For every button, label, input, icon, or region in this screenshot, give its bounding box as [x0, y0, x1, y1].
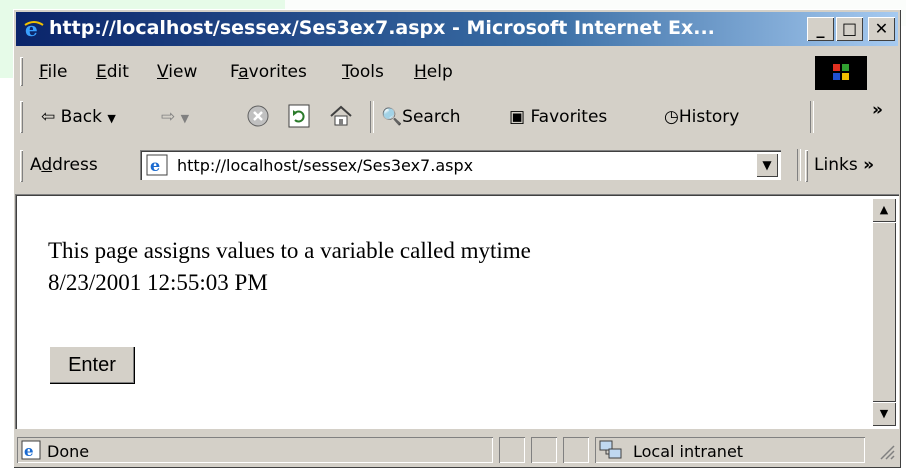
minimize-button[interactable]: _: [807, 17, 834, 41]
page-content: This page assigns values to a variable c…: [15, 194, 899, 429]
back-dropdown-icon[interactable]: ▼: [107, 112, 115, 125]
status-text: Done: [47, 442, 90, 461]
toolbar-grip[interactable]: [20, 101, 23, 133]
search-icon: 🔍: [381, 107, 403, 127]
home-button[interactable]: [329, 104, 353, 133]
menu-view[interactable]: View: [157, 62, 197, 82]
page-done-icon: e: [21, 440, 41, 464]
browser-window: e http://localhost/sessex/Ses3ex7.aspx -…: [13, 9, 901, 468]
arrow-up-icon: ▲: [879, 203, 889, 216]
menu-bar: File Edit View Favorites Tools Help: [16, 53, 898, 90]
menu-file[interactable]: File: [39, 62, 67, 82]
enter-button[interactable]: Enter: [49, 346, 135, 384]
windows-logo-throbber: [815, 56, 867, 90]
links-button[interactable]: Links »: [814, 155, 874, 175]
address-separator: [797, 149, 801, 181]
toolbar-chevron[interactable]: »: [872, 100, 883, 120]
forward-button[interactable]: ⇨ ▼: [161, 107, 189, 127]
back-button[interactable]: ⇦ Back ▼: [41, 107, 116, 127]
forward-arrow-icon: ⇨: [161, 107, 176, 127]
standard-toolbar: ⇦ Back ▼ ⇨ ▼ 🔍Search ▣ Favorites ◷Histor…: [16, 96, 898, 138]
zone-label: Local intranet: [633, 442, 744, 461]
history-icon: ◷: [664, 107, 679, 127]
forward-dropdown-icon[interactable]: ▼: [181, 112, 189, 125]
resize-grip-icon[interactable]: [877, 442, 895, 460]
address-label: Address: [30, 155, 98, 175]
favorites-button[interactable]: ▣ Favorites: [509, 107, 607, 127]
scroll-down-button[interactable]: ▼: [872, 402, 896, 426]
stop-button[interactable]: [246, 104, 270, 133]
address-bar: Address e http://localhost/sessex/Ses3ex…: [16, 144, 898, 188]
intranet-icon: [599, 439, 623, 465]
address-grip[interactable]: [20, 150, 23, 182]
favorites-icon: ▣: [509, 107, 526, 127]
arrow-down-icon: ▼: [879, 407, 889, 420]
page-icon: e: [146, 154, 168, 181]
address-url[interactable]: http://localhost/sessex/Ses3ex7.aspx: [177, 156, 473, 175]
history-button[interactable]: ◷History: [664, 107, 739, 127]
menu-tools[interactable]: Tools: [342, 62, 384, 82]
menu-help[interactable]: Help: [414, 62, 453, 82]
scroll-up-button[interactable]: ▲: [872, 198, 896, 222]
ie-logo-icon: e: [23, 17, 45, 44]
toolbar-separator: [370, 101, 374, 133]
page-datetime: 8/23/2001 12:55:03 PM: [48, 270, 268, 295]
toolbar-separator: [810, 101, 814, 133]
page-description: This page assigns values to a variable c…: [48, 238, 531, 263]
status-zone-panel[interactable]: Local intranet: [595, 437, 865, 463]
title-bar[interactable]: e http://localhost/sessex/Ses3ex7.aspx -…: [16, 12, 898, 46]
close-button[interactable]: ✕: [868, 17, 895, 41]
menu-grip[interactable]: [20, 57, 23, 86]
close-icon: ✕: [874, 19, 889, 38]
status-panel-blank: [531, 437, 557, 463]
scroll-thumb[interactable]: [872, 222, 896, 402]
minimize-icon: _: [816, 19, 825, 38]
maximize-icon: □: [841, 19, 858, 38]
chevron-down-icon: ▼: [762, 158, 772, 172]
links-grip[interactable]: [805, 150, 808, 182]
status-bar: e Done Local intranet: [15, 434, 899, 466]
vertical-scrollbar[interactable]: ▲ ▼: [872, 198, 896, 426]
status-panel-blank: [499, 437, 525, 463]
status-panel-blank: [563, 437, 589, 463]
maximize-button[interactable]: □: [836, 17, 863, 41]
window-title: http://localhost/sessex/Ses3ex7.aspx - M…: [49, 17, 715, 39]
menu-edit[interactable]: Edit: [96, 62, 129, 82]
refresh-button[interactable]: [288, 104, 310, 133]
status-main-panel: e Done: [17, 437, 493, 463]
address-field[interactable]: e http://localhost/sessex/Ses3ex7.aspx ▼: [140, 150, 781, 180]
svg-text:e: e: [150, 156, 160, 175]
stop-icon: [247, 105, 269, 127]
home-icon: [330, 105, 352, 126]
refresh-icon: [288, 104, 310, 128]
back-arrow-icon: ⇦: [41, 107, 56, 127]
search-button[interactable]: 🔍Search: [381, 107, 461, 127]
address-dropdown-button[interactable]: ▼: [756, 153, 778, 177]
svg-text:e: e: [25, 17, 38, 39]
svg-text:e: e: [24, 442, 34, 460]
menu-favorites[interactable]: Favorites: [230, 62, 307, 82]
